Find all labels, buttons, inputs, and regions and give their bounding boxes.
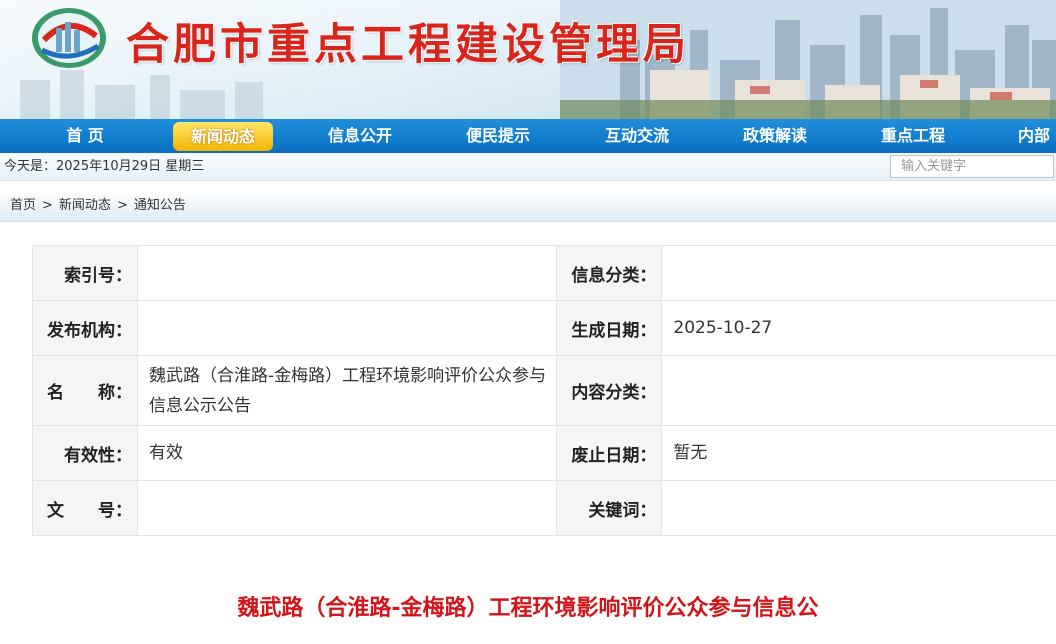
today-date: 今天是：2025年10月29日 星期三: [4, 159, 205, 174]
created-date-label: 生成日期：: [556, 300, 663, 356]
publisher-label: 发布机构：: [32, 300, 138, 356]
content-category-value: [661, 355, 1056, 426]
article-title: 魏武路（合淮路-金梅路）工程环境影响评价公众参与信息公: [237, 596, 819, 621]
validity-label: 有效性：: [32, 425, 138, 481]
keywords-value: [661, 480, 1056, 536]
table-row: 文 号： 关键词：: [32, 480, 1056, 536]
site-title: 合肥市重点工程建设管理局: [126, 20, 690, 70]
name-label-second: 称：: [97, 383, 132, 403]
abolish-date-value: 暂无: [661, 425, 1056, 481]
doc-number-label-first: 文: [47, 500, 64, 521]
name-label-first: 名: [47, 383, 64, 403]
validity-value: 有效: [136, 425, 558, 481]
keywords-label: 关键词：: [556, 480, 663, 536]
nav-item-info-public[interactable]: 信息公开: [315, 119, 405, 153]
nav-item-internal[interactable]: 内部: [1008, 119, 1056, 153]
breadcrumb: 首页 > 新闻动态 > 通知公告: [10, 190, 186, 222]
breadcrumb-bar: 首页 > 新闻动态 > 通知公告: [0, 190, 1056, 222]
nav-item-interaction[interactable]: 互动交流: [592, 119, 682, 153]
nav-item-convenience[interactable]: 便民提示: [453, 119, 543, 153]
index-label: 索引号：: [32, 245, 138, 301]
nav-item-policy[interactable]: 政策解读: [730, 119, 820, 153]
breadcrumb-home[interactable]: 首页: [10, 198, 36, 213]
table-row: 名 称： 魏武路（合淮路-金梅路）工程环境影响评价公众参与信息公示公告 内容分类：: [32, 355, 1056, 426]
table-row: 索引号： 信息分类：: [32, 245, 1056, 301]
abolish-date-label: 废止日期：: [556, 425, 663, 481]
content-category-label: 内容分类：: [556, 355, 663, 426]
category-value: [661, 245, 1056, 301]
nav-item-news[interactable]: 新闻动态: [173, 122, 273, 151]
document-info-table: 索引号： 信息分类： 发布机构： 生成日期： 2025-10-27 名 称： 魏武…: [32, 245, 1056, 536]
breadcrumb-notices[interactable]: 通知公告: [134, 198, 186, 213]
nav-item-key-projects[interactable]: 重点工程: [868, 119, 958, 153]
search-input[interactable]: [890, 155, 1054, 178]
date-bar: 今天是：2025年10月29日 星期三: [0, 153, 1056, 181]
site-banner: 合肥市重点工程建设管理局: [0, 0, 1056, 119]
category-label: 信息分类：: [556, 245, 663, 301]
doc-number-label: 文 号：: [32, 480, 138, 536]
name-value: 魏武路（合淮路-金梅路）工程环境影响评价公众参与信息公示公告: [136, 355, 558, 426]
table-row: 有效性： 有效 废止日期： 暂无: [32, 425, 1056, 481]
nav-item-home[interactable]: 首 页: [44, 119, 126, 153]
doc-number-value: [136, 480, 558, 536]
breadcrumb-separator: >: [116, 198, 128, 213]
breadcrumb-separator: >: [42, 198, 53, 213]
created-date-value: 2025-10-27: [661, 300, 1056, 356]
main-nav: 首 页 新闻动态 信息公开 便民提示 互动交流 政策解读 重点工程 内部: [0, 119, 1056, 153]
doc-number-label-second: 号：: [97, 500, 132, 521]
publisher-value: [136, 300, 558, 356]
index-value: [136, 245, 558, 301]
table-row: 发布机构： 生成日期： 2025-10-27: [32, 300, 1056, 356]
bureau-logo-icon: [32, 8, 106, 68]
name-label: 名 称：: [32, 355, 138, 426]
breadcrumb-news[interactable]: 新闻动态: [59, 198, 111, 213]
